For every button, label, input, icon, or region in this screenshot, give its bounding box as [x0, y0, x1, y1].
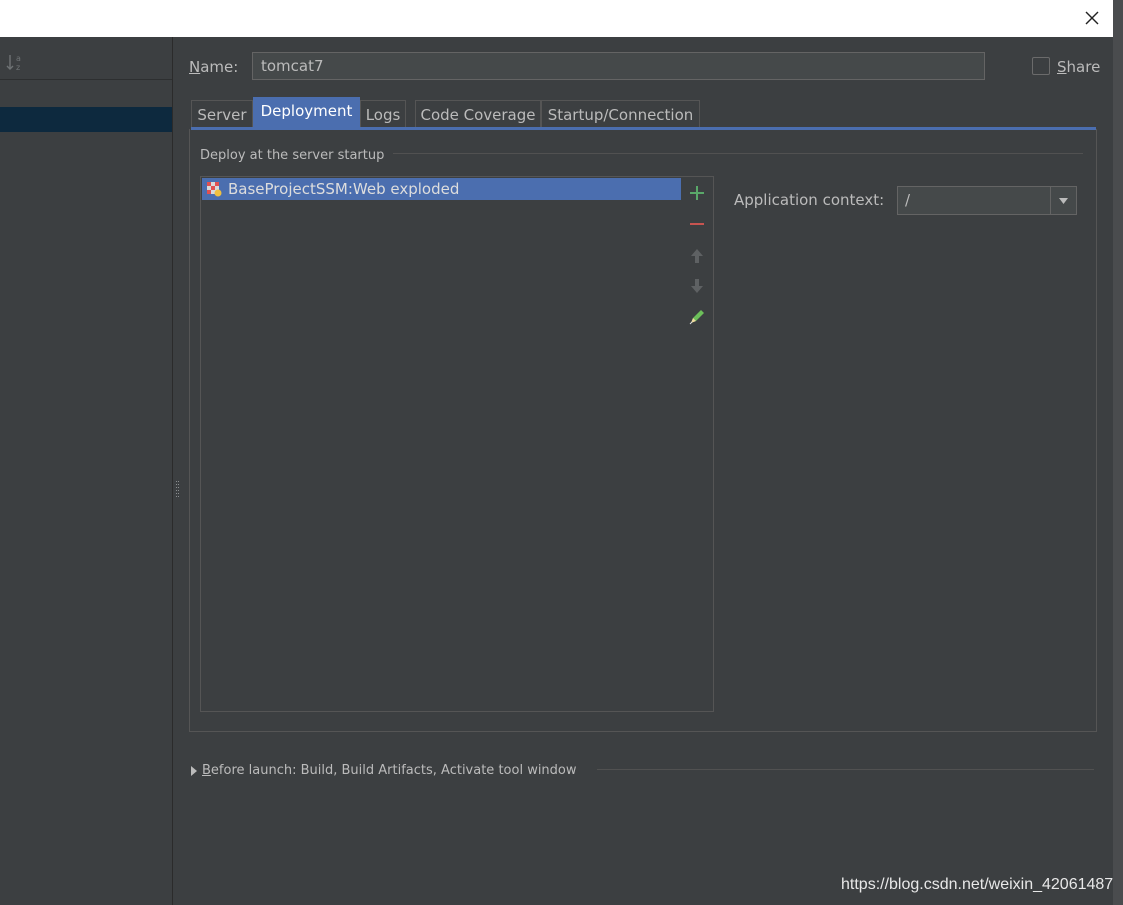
add-icon[interactable] — [687, 183, 707, 203]
share-checkbox[interactable] — [1032, 57, 1050, 75]
tab-code-coverage[interactable]: Code Coverage — [415, 100, 541, 127]
move-up-icon[interactable] — [687, 246, 707, 266]
list-item[interactable]: BaseProjectSSM:Web exploded — [202, 178, 681, 200]
tab-logs[interactable]: Logs — [360, 100, 406, 127]
tab-startup-connection[interactable]: Startup/Connection — [541, 100, 700, 127]
share-label[interactable]: Share — [1057, 58, 1100, 76]
tab-server[interactable]: Server — [191, 100, 253, 127]
before-launch-separator — [597, 769, 1094, 770]
deploy-group-title: Deploy at the server startup — [200, 148, 385, 163]
close-icon[interactable] — [1082, 8, 1102, 28]
name-label: Name: — [189, 58, 239, 76]
watermark-text: https://blog.csdn.net/weixin_42061487 — [841, 876, 1114, 893]
expand-triangle-icon[interactable] — [190, 766, 198, 776]
move-down-icon[interactable] — [687, 276, 707, 296]
dialog-title-bar — [0, 0, 1114, 37]
svg-text:z: z — [16, 63, 20, 72]
deploy-group-separator — [393, 153, 1083, 154]
artifact-list[interactable]: BaseProjectSSM:Web exploded — [200, 176, 682, 712]
artifact-toolbar — [681, 176, 714, 712]
splitter-grip-icon[interactable] — [176, 480, 180, 498]
name-input[interactable] — [252, 52, 985, 80]
edit-icon[interactable] — [687, 307, 707, 327]
tab-deployment[interactable]: Deployment — [253, 97, 360, 127]
svg-text:a: a — [16, 54, 21, 63]
web-artifact-icon — [207, 182, 222, 197]
configurations-tree-panel: a z — [0, 37, 173, 905]
application-context-combo[interactable]: / — [897, 186, 1077, 215]
chevron-down-icon — [1059, 198, 1068, 204]
application-context-label: Application context: — [734, 191, 885, 209]
tree-toolbar-separator — [0, 79, 172, 80]
tree-selected-item[interactable] — [0, 107, 172, 132]
sort-alphabetically-icon[interactable]: a z — [5, 51, 25, 73]
combo-dropdown-button[interactable] — [1050, 187, 1076, 214]
before-launch-label[interactable]: Before launch: Build, Build Artifacts, A… — [202, 763, 577, 778]
window-edge — [1113, 0, 1123, 905]
remove-icon[interactable] — [687, 214, 707, 234]
application-context-value: / — [905, 191, 911, 209]
artifact-label: BaseProjectSSM:Web exploded — [228, 180, 460, 198]
